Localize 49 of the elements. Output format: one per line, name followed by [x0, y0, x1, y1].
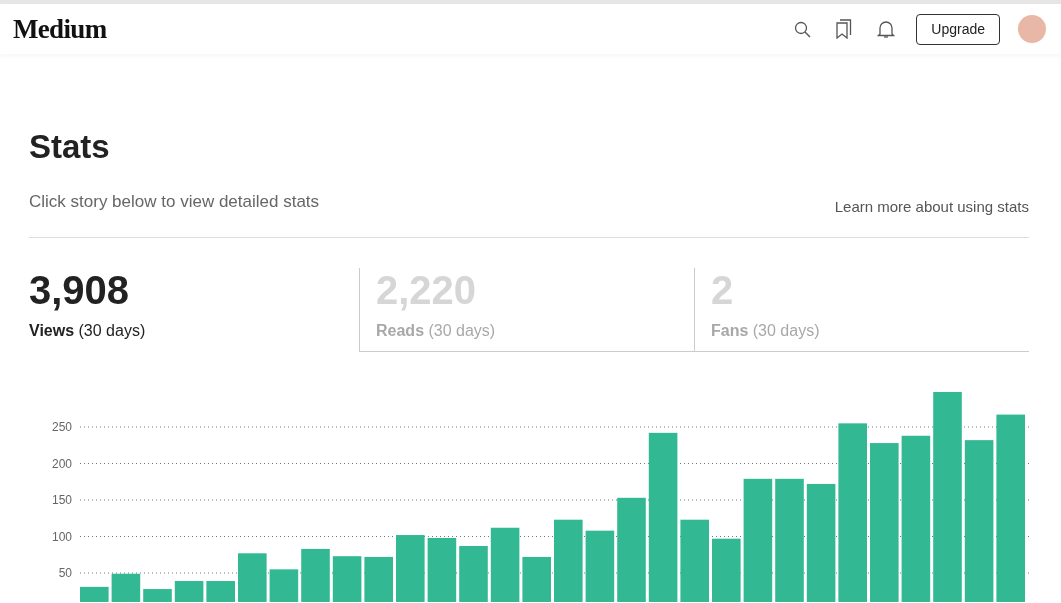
y-axis-label: 200	[51, 456, 72, 470]
chart-bar[interactable]	[269, 568, 299, 602]
y-axis-label: 100	[51, 529, 72, 543]
page-title: Stats	[29, 127, 111, 167]
chart-bar[interactable]	[238, 552, 267, 602]
chart-bar[interactable]	[206, 580, 235, 602]
y-axis-label: 150	[51, 492, 72, 507]
chart-bar[interactable]	[933, 391, 962, 602]
metric-tab[interactable]: 3,908 Views (30 days)	[29, 267, 359, 352]
metric-label: Reads (30 days)	[376, 320, 497, 341]
chart-bar[interactable]	[901, 435, 931, 602]
bookmarks-icon[interactable]	[835, 19, 854, 39]
chart-bar[interactable]	[712, 538, 741, 602]
logo[interactable]: Medium	[13, 8, 107, 50]
metric-label: Views (30 days)	[29, 320, 147, 341]
chart-bar[interactable]	[743, 478, 773, 602]
chart-bar[interactable]	[111, 573, 141, 602]
chart-bar[interactable]	[838, 422, 867, 602]
chart-bar[interactable]	[585, 530, 615, 602]
chart-bar[interactable]	[80, 586, 109, 602]
chart-bar[interactable]	[522, 556, 551, 602]
chart-bar[interactable]	[490, 527, 520, 602]
chart-bar[interactable]	[870, 442, 899, 602]
chart-bar[interactable]	[396, 534, 425, 602]
upgrade-button[interactable]: Upgrade	[916, 13, 1000, 45]
chart-bar[interactable]	[332, 555, 362, 602]
metric-label: Fans (30 days)	[711, 320, 821, 341]
chart-bar[interactable]	[301, 548, 330, 602]
chart-bar[interactable]	[427, 537, 457, 602]
bell-icon[interactable]	[877, 19, 896, 39]
search-icon[interactable]	[794, 20, 812, 38]
chart-bar[interactable]	[554, 519, 583, 602]
page-subtitle: Click story below to view detailed stats	[29, 191, 320, 213]
y-axis-label: 50	[58, 565, 72, 580]
chart-bar[interactable]	[964, 439, 994, 602]
chart-bar[interactable]	[806, 483, 836, 602]
chart-bar[interactable]	[364, 556, 393, 602]
avatar[interactable]	[1018, 15, 1046, 43]
chart-bar[interactable]	[617, 497, 646, 602]
chart-bar[interactable]	[775, 478, 804, 602]
chart-bar[interactable]	[680, 519, 709, 602]
chart-bar[interactable]	[143, 588, 172, 602]
metric-value: 3,908	[29, 267, 131, 312]
y-axis-label: 250	[51, 419, 72, 434]
chart-bar[interactable]	[648, 432, 678, 602]
chart-bar[interactable]	[174, 580, 204, 602]
chart-bar[interactable]	[996, 414, 1025, 602]
help-link[interactable]: Learn more about using stats	[834, 196, 1029, 219]
chart-bar[interactable]	[459, 545, 488, 602]
